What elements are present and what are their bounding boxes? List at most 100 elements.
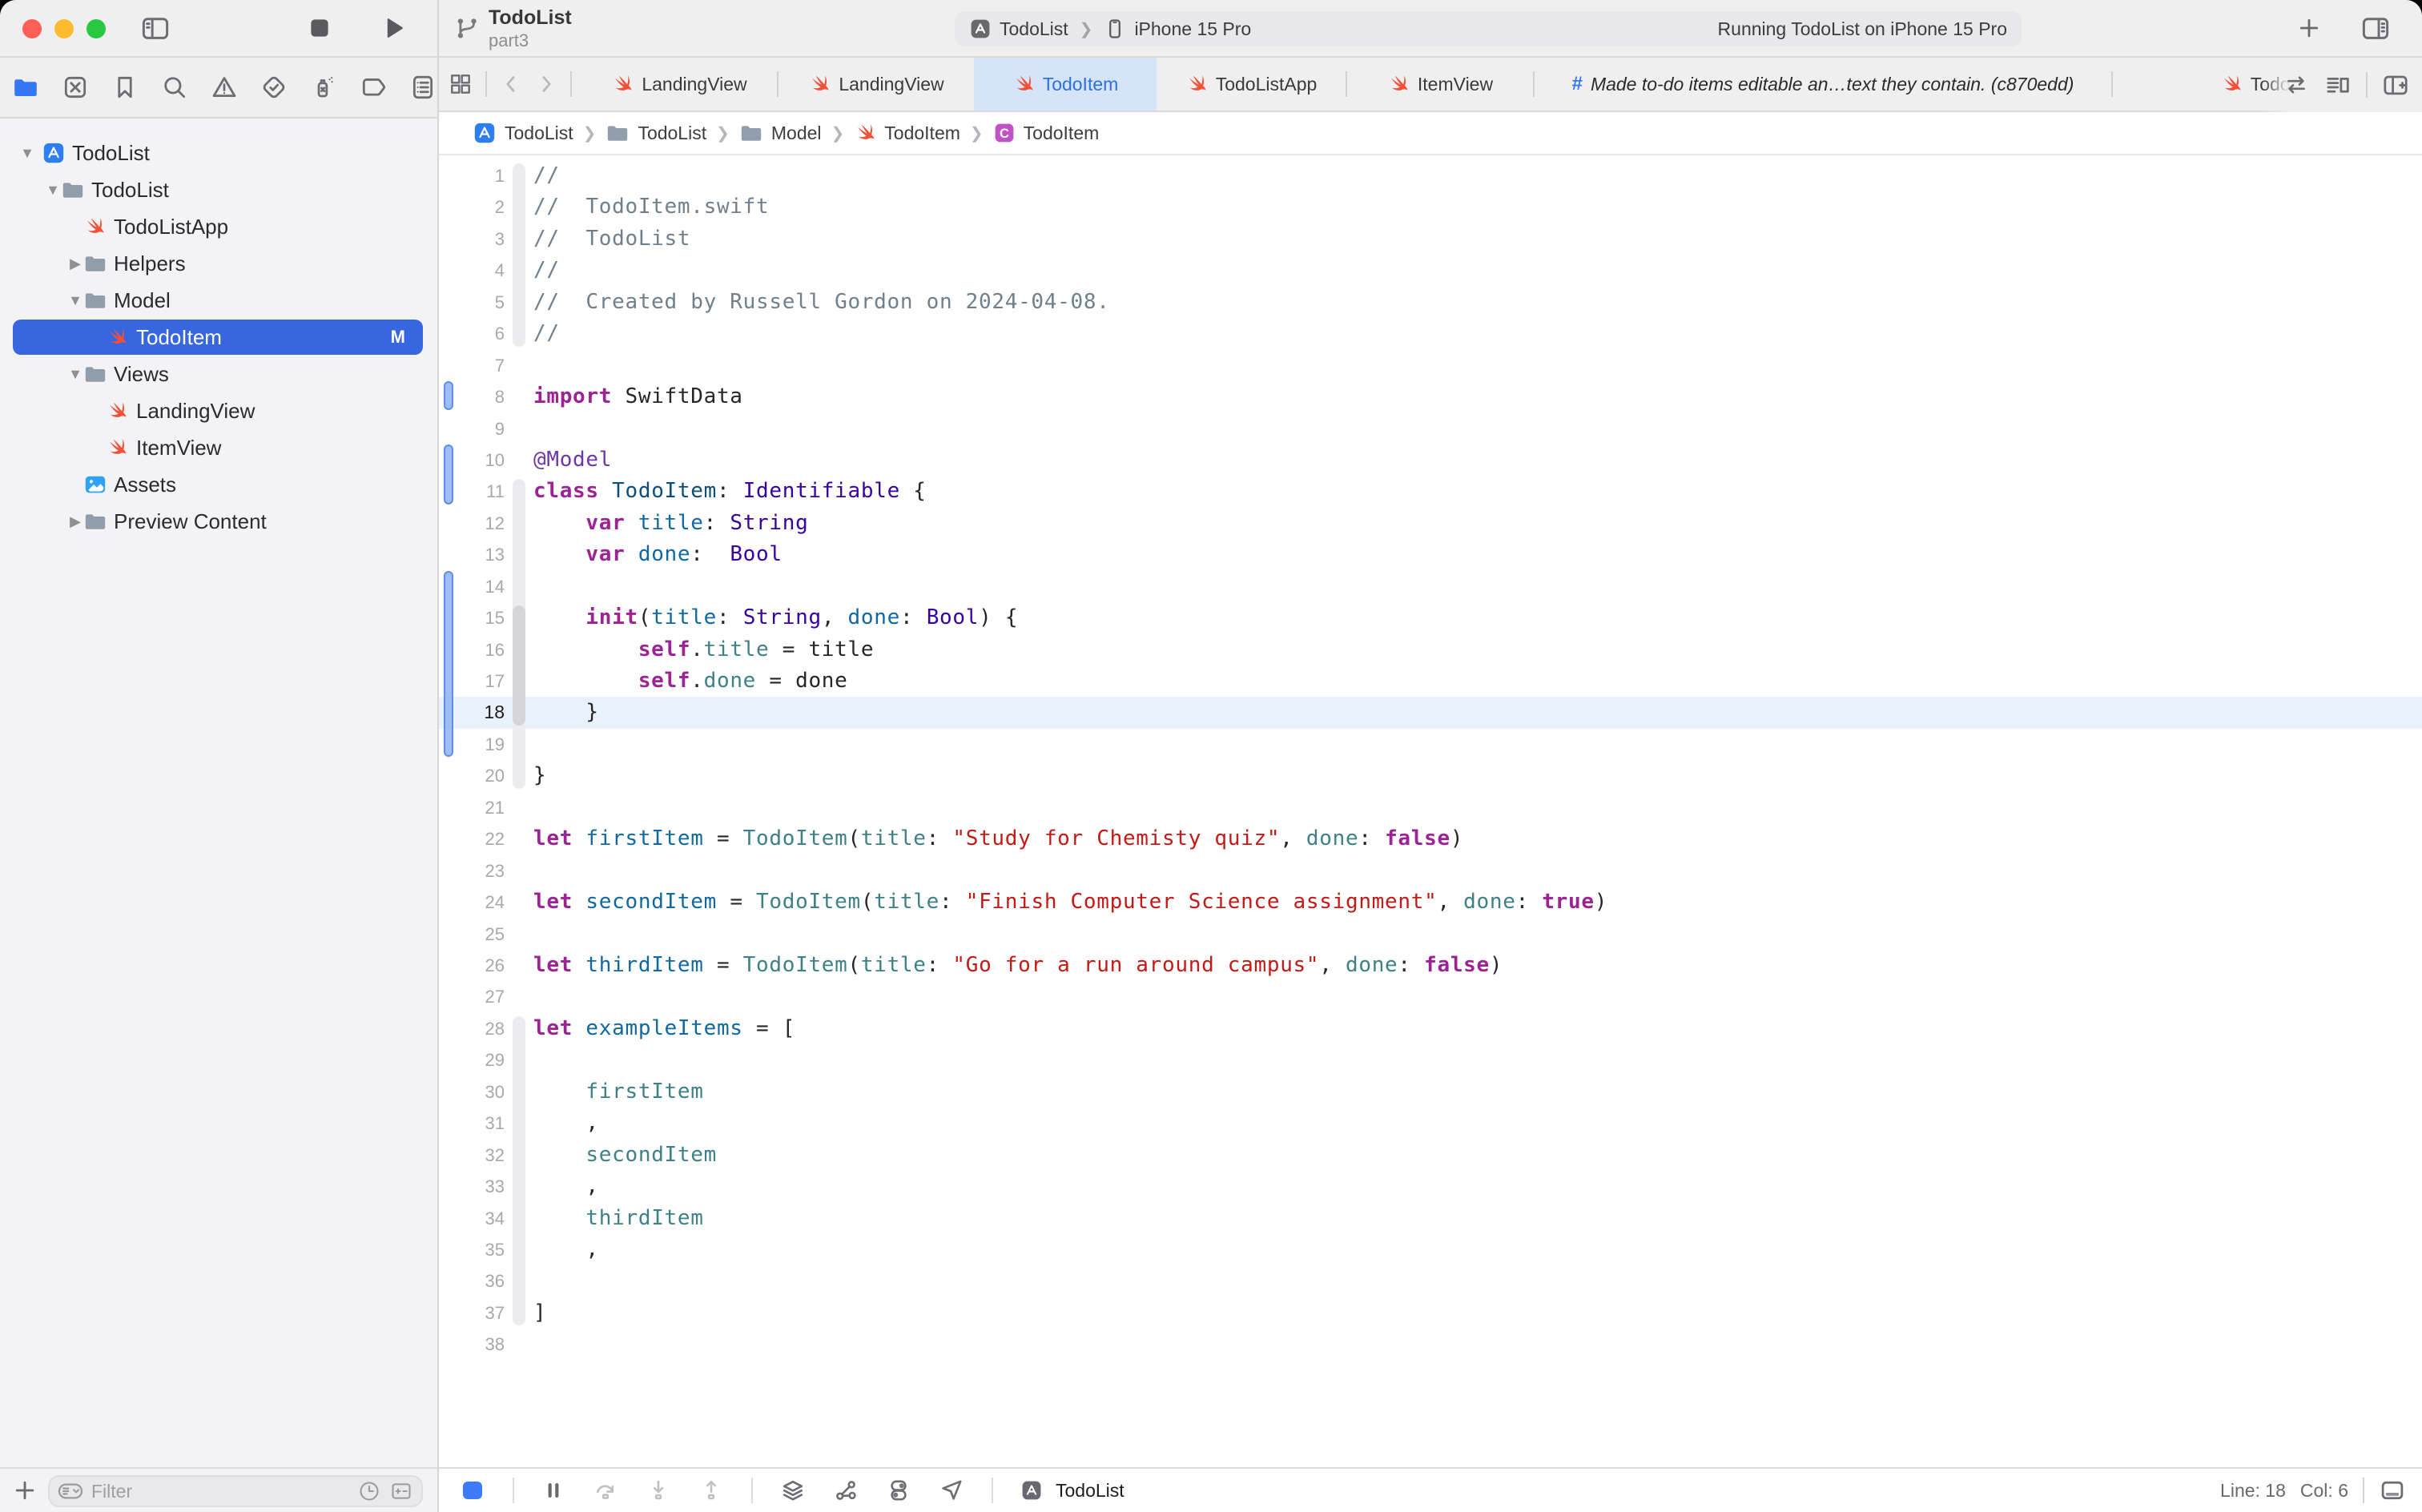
memory-graph-icon[interactable]	[833, 1478, 859, 1503]
navigator-tab-breakpoints[interactable]	[360, 74, 387, 101]
code-line[interactable]: 27	[439, 981, 2422, 1012]
code-line[interactable]: 7	[439, 350, 2422, 381]
chevron-right-icon[interactable]: ▶	[67, 255, 83, 272]
navigator-tab-bookmarks[interactable]	[111, 74, 139, 101]
chevron-down-icon[interactable]: ▼	[19, 145, 35, 162]
editor-tab-landingview[interactable]: LandingView	[581, 58, 777, 111]
add-file-button[interactable]	[13, 1478, 37, 1502]
breadcrumb-item-todoitem[interactable]: CTodoItem	[993, 122, 1100, 144]
code-line[interactable]: 32 secondItem	[439, 1140, 2422, 1171]
sidebar-divider[interactable]	[437, 0, 439, 1512]
code-line[interactable]: 36	[439, 1265, 2422, 1297]
code-line[interactable]: 35 ,	[439, 1234, 2422, 1265]
editor-grid-icon[interactable]	[449, 72, 473, 96]
breadcrumb-item-todolist[interactable]: TodoList	[606, 121, 706, 145]
zoom-window-button[interactable]	[86, 19, 106, 38]
view-hierarchy-icon[interactable]	[780, 1478, 806, 1503]
navigator-tab-source-control[interactable]	[62, 74, 89, 101]
code-line[interactable]: 33 ,	[439, 1171, 2422, 1202]
code-line[interactable]: 1//	[439, 160, 2422, 191]
add-editor-icon[interactable]	[2382, 71, 2409, 99]
breadcrumb-item-todoitem[interactable]: TodoItem	[854, 122, 960, 144]
add-button[interactable]	[2297, 16, 2321, 40]
code-line[interactable]: 21	[439, 792, 2422, 823]
code-line[interactable]: 38	[439, 1329, 2422, 1360]
code-line[interactable]: 5// Created by Russell Gordon on 2024-04…	[439, 287, 2422, 318]
code-line[interactable]: 14	[439, 571, 2422, 602]
sidebar-item-assets[interactable]: Assets	[0, 466, 437, 503]
code-line[interactable]: 22let firstItem = TodoItem(title: "Study…	[439, 823, 2422, 855]
code-line[interactable]: 12 var title: String	[439, 508, 2422, 539]
editor-tab-made[interactable]: #Made to-do items editable an…text they …	[1535, 58, 2111, 111]
environment-overrides-icon[interactable]	[886, 1478, 911, 1503]
scheme-destination[interactable]: iPhone 15 Pro	[1134, 18, 1251, 40]
editor-tab-landingview[interactable]: LandingView	[778, 58, 974, 111]
editor-tab-itemview[interactable]: ItemView	[1347, 58, 1533, 111]
navigator-tab-find[interactable]	[161, 74, 188, 101]
code-line[interactable]: 20}	[439, 760, 2422, 791]
breakpoints-toggle-icon[interactable]	[460, 1478, 485, 1503]
sidebar-item-views[interactable]: ▼Views	[0, 356, 437, 392]
code-line[interactable]: 24let secondItem = TodoItem(title: "Fini…	[439, 887, 2422, 918]
code-line[interactable]: 26let thirdItem = TodoItem(title: "Go fo…	[439, 950, 2422, 981]
scheme-app-name[interactable]: TodoList	[1000, 18, 1068, 40]
navigator-tab-debug[interactable]	[310, 74, 337, 101]
minimize-window-button[interactable]	[54, 19, 74, 38]
recent-files-icon[interactable]	[357, 1479, 381, 1503]
code-line[interactable]: 2// TodoItem.swift	[439, 191, 2422, 223]
code-line[interactable]: 18 }	[439, 697, 2422, 728]
code-line[interactable]: 6//	[439, 318, 2422, 349]
code-review-icon[interactable]	[2283, 72, 2310, 98]
sidebar-item-todolist[interactable]: ▼TodoList	[0, 135, 437, 171]
filter-field[interactable]: Filter	[48, 1475, 423, 1507]
filter-flags-icon[interactable]	[389, 1479, 413, 1503]
sidebar-item-landingview[interactable]: LandingView	[0, 392, 437, 429]
source-editor[interactable]: 1//2// TodoItem.swift3// TodoList4//5// …	[439, 155, 2422, 1467]
toggle-inspector-icon[interactable]	[2361, 14, 2390, 42]
code-line[interactable]: 13 var done: Bool	[439, 539, 2422, 570]
stop-button[interactable]	[306, 14, 333, 42]
code-line[interactable]: 10@Model	[439, 444, 2422, 476]
code-line[interactable]: 37]	[439, 1297, 2422, 1329]
navigator-tab-issues[interactable]	[211, 74, 238, 101]
code-line[interactable]: 31 ,	[439, 1108, 2422, 1139]
code-line[interactable]: 23	[439, 855, 2422, 887]
navigator-tab-project[interactable]	[12, 74, 39, 101]
code-line[interactable]: 16 self.title = title	[439, 634, 2422, 666]
close-window-button[interactable]	[22, 19, 42, 38]
run-button[interactable]	[380, 14, 407, 42]
back-button[interactable]	[500, 73, 522, 95]
running-app-icon[interactable]	[1020, 1479, 1043, 1502]
navigator-tab-tests[interactable]	[260, 74, 288, 101]
code-line[interactable]: 8import SwiftData	[439, 381, 2422, 412]
code-line[interactable]: 29	[439, 1044, 2422, 1076]
sidebar-item-model[interactable]: ▼Model	[0, 282, 437, 319]
pause-icon[interactable]	[541, 1478, 565, 1502]
code-line[interactable]: 3// TodoList	[439, 223, 2422, 255]
chevron-down-icon[interactable]: ▼	[67, 366, 83, 383]
simulate-location-icon[interactable]	[939, 1478, 964, 1503]
code-line[interactable]: 19	[439, 729, 2422, 760]
breadcrumb-item-todolist[interactable]: TodoList	[473, 121, 573, 145]
editor-tab-todolistapp[interactable]: TodoListApp	[1157, 58, 1346, 111]
editor-tab-todoitem[interactable]: TodoItem	[974, 58, 1157, 111]
sidebar-item-todolistapp[interactable]: TodoListApp	[0, 208, 437, 245]
sidebar-item-helpers[interactable]: ▶Helpers	[0, 245, 437, 282]
code-line[interactable]: 28let exampleItems = [	[439, 1013, 2422, 1044]
navigator-tab-reports[interactable]	[409, 74, 437, 101]
chevron-right-icon[interactable]: ▶	[67, 513, 83, 530]
filter-icon[interactable]	[58, 1478, 83, 1504]
toggle-sidebar-icon[interactable]	[141, 14, 170, 42]
editor-options-icon[interactable]	[2324, 71, 2352, 99]
code-line[interactable]: 9	[439, 413, 2422, 444]
chevron-down-icon[interactable]: ▼	[45, 182, 61, 199]
sidebar-item-todolist[interactable]: ▼TodoList	[0, 171, 437, 208]
code-line[interactable]: 30 firstItem	[439, 1076, 2422, 1108]
scheme-selector[interactable]: TodoList ❯ iPhone 15 Pro Running TodoLis…	[955, 11, 2022, 46]
breadcrumb-item-model[interactable]: Model	[739, 121, 822, 145]
code-line[interactable]: 4//	[439, 255, 2422, 286]
code-line[interactable]: 34 thirdItem	[439, 1203, 2422, 1234]
sidebar-item-preview-content[interactable]: ▶Preview Content	[0, 503, 437, 540]
forward-button[interactable]	[535, 73, 557, 95]
code-line[interactable]: 11class TodoItem: Identifiable {	[439, 476, 2422, 507]
